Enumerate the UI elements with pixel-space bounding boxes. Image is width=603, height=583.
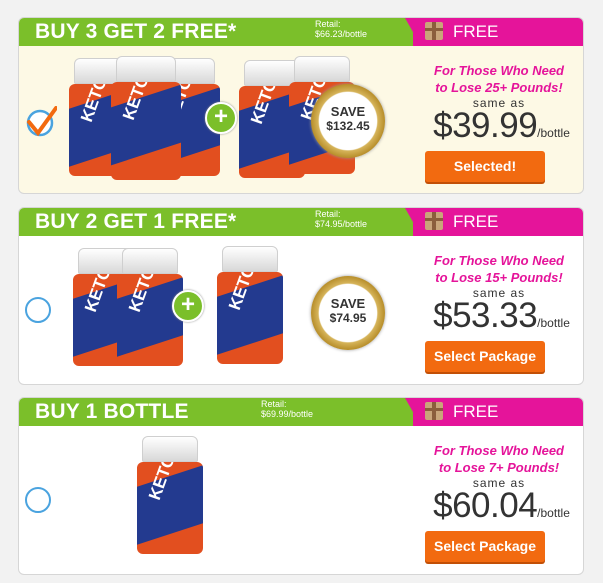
package-header: BUY 2 GET 1 FREE* Retail: $74.95/bottle (19, 208, 413, 236)
product-bottle: KETO (111, 56, 181, 180)
package-title: BUY 2 GET 1 FREE* (35, 210, 237, 233)
price-per-bottle: $39.99/bottle (433, 106, 570, 145)
savings-seal: SAVE $74.95 (311, 276, 385, 350)
radio-icon[interactable] (25, 487, 51, 513)
gift-box-icon (425, 212, 443, 230)
free-label: FREE (453, 402, 499, 421)
free-banner: FREE (413, 208, 583, 236)
tagline: For Those Who Need to Lose 25+ Pounds! (434, 63, 564, 95)
savings-seal: SAVE $132.45 (311, 84, 385, 158)
retail-price: Retail: $66.23/bottle (315, 19, 368, 39)
package-card-buy1[interactable]: BUY 1 BOTTLE Retail: $69.99/bottle FREE … (18, 397, 584, 575)
select-package-button[interactable]: Select Package (425, 341, 545, 372)
price-per-bottle: $60.04/bottle (433, 486, 570, 525)
product-bottle: KETO (217, 246, 283, 364)
tagline: For Those Who Need to Lose 15+ Pounds! (434, 253, 564, 285)
retail-price: Retail: $74.95/bottle (315, 209, 368, 229)
free-label: FREE (453, 22, 499, 41)
package-header: BUY 3 GET 2 FREE* Retail: $66.23/bottle (19, 18, 413, 46)
select-package-button[interactable]: Select Package (425, 531, 545, 562)
package-title: BUY 1 BOTTLE (35, 400, 189, 423)
product-bottle: KETO (137, 436, 203, 554)
plus-icon: + (205, 102, 237, 134)
gift-box-icon (425, 22, 443, 40)
price-per-bottle: $53.33/bottle (433, 296, 570, 335)
plus-icon: + (172, 290, 204, 322)
package-header: BUY 1 BOTTLE Retail: $69.99/bottle (19, 398, 413, 426)
package-title: BUY 3 GET 2 FREE* (35, 20, 237, 43)
radio-icon[interactable] (25, 297, 51, 323)
gift-box-icon (425, 402, 443, 420)
selected-button[interactable]: Selected! (425, 151, 545, 182)
free-banner: FREE (413, 18, 583, 46)
free-label: FREE (453, 212, 499, 231)
tagline: For Those Who Need to Lose 7+ Pounds! (434, 443, 564, 475)
retail-price: Retail: $69.99/bottle (261, 399, 314, 419)
package-card-buy3[interactable]: BUY 3 GET 2 FREE* Retail: $66.23/bottle … (18, 17, 584, 194)
package-card-buy2[interactable]: BUY 2 GET 1 FREE* Retail: $74.95/bottle … (18, 207, 584, 385)
checkmark-icon[interactable] (23, 106, 57, 140)
free-banner: FREE (413, 398, 583, 426)
